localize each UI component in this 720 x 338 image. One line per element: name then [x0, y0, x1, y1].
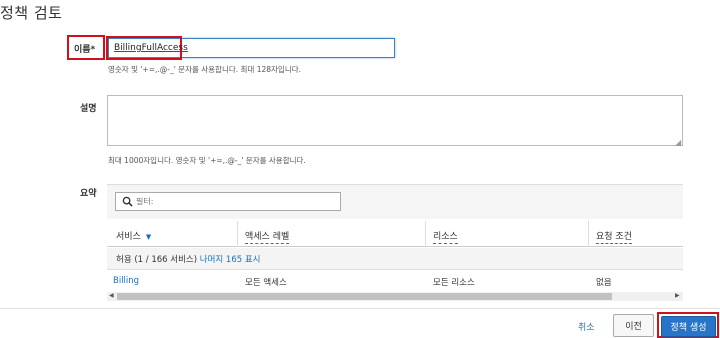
description-help-text: 최대 1000자입니다. 영숫자 및 '+=,.@-_' 문자를 사용합니다. [108, 156, 306, 165]
table-row: Billing 모든 액세스 모든 리소스 없음 [107, 271, 683, 291]
summary-table: 서비스 ▼ 액세스 레벨 리소스 요청 조건 허용 (1 / 166 서비스) 나… [107, 184, 683, 304]
scrollbar-thumb[interactable] [117, 293, 612, 300]
column-header-service[interactable]: 서비스 ▼ [116, 229, 151, 242]
scroll-left-icon[interactable]: ◀ [109, 292, 114, 299]
name-label: 이름* [74, 45, 96, 55]
column-header-access-level-label: 액세스 레벨 [245, 232, 290, 244]
group-row: 허용 (1 / 166 서비스) 나머지 165 표시 [107, 248, 683, 270]
previous-button[interactable]: 이전 [613, 314, 654, 337]
policy-name-value: BillingFullAccess [114, 43, 188, 53]
search-icon [122, 196, 133, 207]
column-header-service-label: 서비스 [116, 232, 141, 242]
scroll-right-icon[interactable]: ▶ [675, 292, 680, 299]
description-label: 설명 [80, 104, 97, 114]
table-header: 서비스 ▼ 액세스 레벨 리소스 요청 조건 [107, 221, 683, 247]
service-link[interactable]: Billing [113, 276, 139, 286]
column-header-request-condition-label: 요청 조건 [596, 232, 632, 244]
group-summary: 허용 (1 / 166 서비스) 나머지 165 표시 [116, 253, 260, 265]
horizontal-scrollbar[interactable]: ◀ ▶ [107, 292, 683, 301]
request-condition-cell: 없음 [596, 278, 612, 288]
column-header-resource-label: 리소스 [433, 232, 458, 244]
footer-divider [0, 308, 720, 309]
filter-input[interactable] [136, 194, 336, 209]
column-divider [425, 221, 426, 247]
summary-label: 요약 [80, 189, 97, 199]
resource-cell: 모든 리소스 [433, 278, 475, 288]
column-divider [588, 221, 589, 247]
name-help-text: 영숫자 및 '+=,.@-_' 문자를 사용합니다. 최대 128자입니다. [108, 65, 302, 74]
access-level-cell: 모든 액세스 [245, 278, 287, 288]
sort-down-icon: ▼ [145, 233, 152, 241]
page-title: 정책 검토 [0, 4, 63, 22]
column-header-access-level[interactable]: 액세스 레벨 [245, 229, 290, 244]
filter-box[interactable] [115, 192, 341, 211]
resize-grip-icon[interactable]: ◢ [675, 138, 681, 147]
group-allow-text: 허용 (1 / 166 서비스) [116, 255, 200, 265]
column-divider [237, 221, 238, 247]
column-header-resource[interactable]: 리소스 [433, 229, 458, 244]
summary-toolbar [107, 185, 683, 219]
show-remaining-link[interactable]: 나머지 165 표시 [200, 255, 261, 265]
column-header-request-condition[interactable]: 요청 조건 [596, 229, 632, 244]
cancel-button[interactable]: 취소 [578, 320, 595, 333]
create-policy-button[interactable]: 정책 생성 [661, 316, 716, 337]
description-textarea[interactable] [107, 95, 683, 146]
